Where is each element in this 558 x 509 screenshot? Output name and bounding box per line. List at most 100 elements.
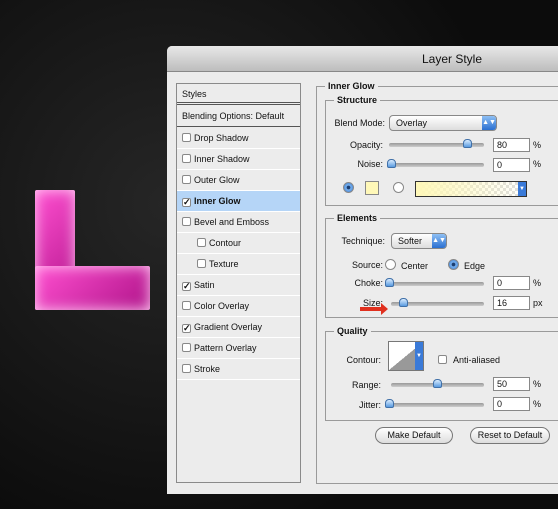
style-item-label: Pattern Overlay [194, 343, 257, 353]
noise-input[interactable]: 0 [493, 158, 530, 172]
jitter-label: Jitter: [358, 400, 381, 410]
source-center-label: Center [401, 261, 429, 271]
style-checkbox[interactable] [182, 175, 191, 184]
choke-slider[interactable] [385, 278, 484, 287]
style-item-satin[interactable]: ✓ Satin [177, 275, 300, 296]
dropdown-arrow-icon: ▼ [518, 182, 526, 196]
style-item-color-overlay[interactable]: Color Overlay [177, 296, 300, 317]
technique-value: Softer [398, 236, 423, 246]
styles-list: Styles Blending Options: Default Drop Sh… [176, 83, 301, 483]
style-item-outer-glow[interactable]: Outer Glow [177, 170, 300, 191]
anti-aliased-label: Anti-aliased [453, 355, 501, 365]
blend-mode-value: Overlay [396, 118, 428, 128]
letter-l-horizontal [35, 266, 150, 310]
structure-title: Structure [334, 95, 381, 105]
source-edge-radio[interactable] [448, 259, 459, 270]
style-item-label: Bevel and Emboss [194, 217, 270, 227]
glow-color-swatch[interactable] [365, 181, 379, 195]
make-default-button[interactable]: Make Default [375, 427, 453, 444]
source-edge-label: Edge [464, 261, 486, 271]
choke-label: Choke: [354, 278, 383, 288]
noise-slider[interactable] [387, 159, 484, 168]
opacity-label: Opacity: [349, 140, 383, 150]
choke-slider-thumb[interactable] [385, 278, 394, 287]
opacity-input[interactable]: 80 [493, 138, 530, 152]
style-checkbox[interactable] [197, 238, 206, 247]
color-radio[interactable] [343, 182, 354, 193]
style-checkbox[interactable]: ✓ [182, 324, 191, 333]
style-item-bevel-and-emboss[interactable]: Bevel and Emboss [177, 212, 300, 233]
style-item-label: Stroke [194, 364, 221, 374]
style-item-label: Outer Glow [194, 175, 240, 185]
style-item-texture[interactable]: Texture [177, 254, 300, 275]
jitter-input[interactable]: 0 [493, 397, 530, 411]
style-checkbox[interactable] [197, 259, 206, 268]
style-checkbox[interactable]: ✓ [182, 282, 191, 291]
range-unit: % [533, 379, 542, 389]
style-item-label: Inner Glow [194, 196, 241, 206]
style-checkbox[interactable] [182, 133, 191, 142]
jitter-unit: % [533, 399, 542, 409]
blending-options[interactable]: Blending Options: Default [177, 106, 300, 127]
opacity-slider-thumb[interactable] [463, 139, 472, 148]
noise-unit: % [533, 159, 542, 169]
quality-title: Quality [334, 326, 371, 336]
choke-unit: % [533, 278, 542, 288]
blend-mode-select[interactable]: Overlay ▲▼ [389, 115, 497, 131]
style-checkbox[interactable] [182, 343, 191, 352]
range-slider[interactable] [391, 379, 484, 388]
anti-aliased-checkbox[interactable] [438, 355, 447, 364]
style-item-inner-shadow[interactable]: Inner Shadow [177, 149, 300, 170]
dropdown-arrow-icon: ▼ [415, 342, 423, 370]
style-item-drop-shadow[interactable]: Drop Shadow [177, 128, 300, 149]
contour-picker[interactable]: ▼ [388, 341, 424, 371]
style-item-contour[interactable]: Contour [177, 233, 300, 254]
size-unit: px [533, 298, 543, 308]
size-input[interactable]: 16 [493, 296, 530, 310]
style-item-label: Gradient Overlay [194, 322, 263, 332]
range-label: Range: [351, 380, 381, 390]
style-item-label: Contour [209, 238, 242, 248]
updown-arrow-icon: ▲▼ [482, 116, 496, 130]
opacity-slider[interactable] [389, 139, 484, 148]
jitter-slider-thumb[interactable] [385, 399, 394, 408]
dialog-title: Layer Style [167, 46, 558, 72]
gradient-picker[interactable]: ▼ [415, 181, 527, 197]
style-item-label: Color Overlay [194, 301, 250, 311]
reset-to-default-button[interactable]: Reset to Default [470, 427, 550, 444]
style-checkbox[interactable]: ✓ [182, 198, 191, 207]
jitter-slider[interactable] [385, 399, 484, 408]
source-label: Source: [351, 260, 383, 270]
style-checkbox[interactable] [182, 301, 191, 310]
style-checkbox[interactable] [182, 364, 191, 373]
styles-header[interactable]: Styles [177, 84, 300, 105]
blend-mode-label: Blend Mode: [334, 118, 385, 128]
technique-select[interactable]: Softer ▲▼ [391, 233, 447, 249]
style-item-gradient-overlay[interactable]: ✓ Gradient Overlay [177, 317, 300, 338]
elements-title: Elements [334, 213, 381, 223]
size-slider-thumb[interactable] [399, 298, 408, 307]
style-item-pattern-overlay[interactable]: Pattern Overlay [177, 338, 300, 359]
layer-style-dialog: Layer Style Styles Blending Options: Def… [167, 46, 558, 494]
inner-glow-title: Inner Glow [325, 81, 378, 91]
updown-arrow-icon: ▲▼ [432, 234, 446, 248]
opacity-unit: % [533, 140, 542, 150]
gradient-radio[interactable] [393, 182, 404, 193]
range-input[interactable]: 50 [493, 377, 530, 391]
style-item-stroke[interactable]: Stroke [177, 359, 300, 380]
technique-label: Technique: [341, 236, 385, 246]
style-item-label: Inner Shadow [194, 154, 250, 164]
style-item-inner-glow[interactable]: ✓ Inner Glow [177, 191, 300, 212]
choke-input[interactable]: 0 [493, 276, 530, 290]
range-slider-thumb[interactable] [433, 379, 442, 388]
style-checkbox[interactable] [182, 217, 191, 226]
source-center-radio[interactable] [385, 259, 396, 270]
style-checkbox[interactable] [182, 154, 191, 163]
style-item-label: Drop Shadow [194, 133, 249, 143]
style-item-label: Texture [209, 259, 239, 269]
red-arrow-icon [360, 303, 388, 315]
noise-slider-thumb[interactable] [387, 159, 396, 168]
style-item-label: Satin [194, 280, 215, 290]
size-slider[interactable] [391, 298, 484, 307]
noise-label: Noise: [357, 159, 383, 169]
